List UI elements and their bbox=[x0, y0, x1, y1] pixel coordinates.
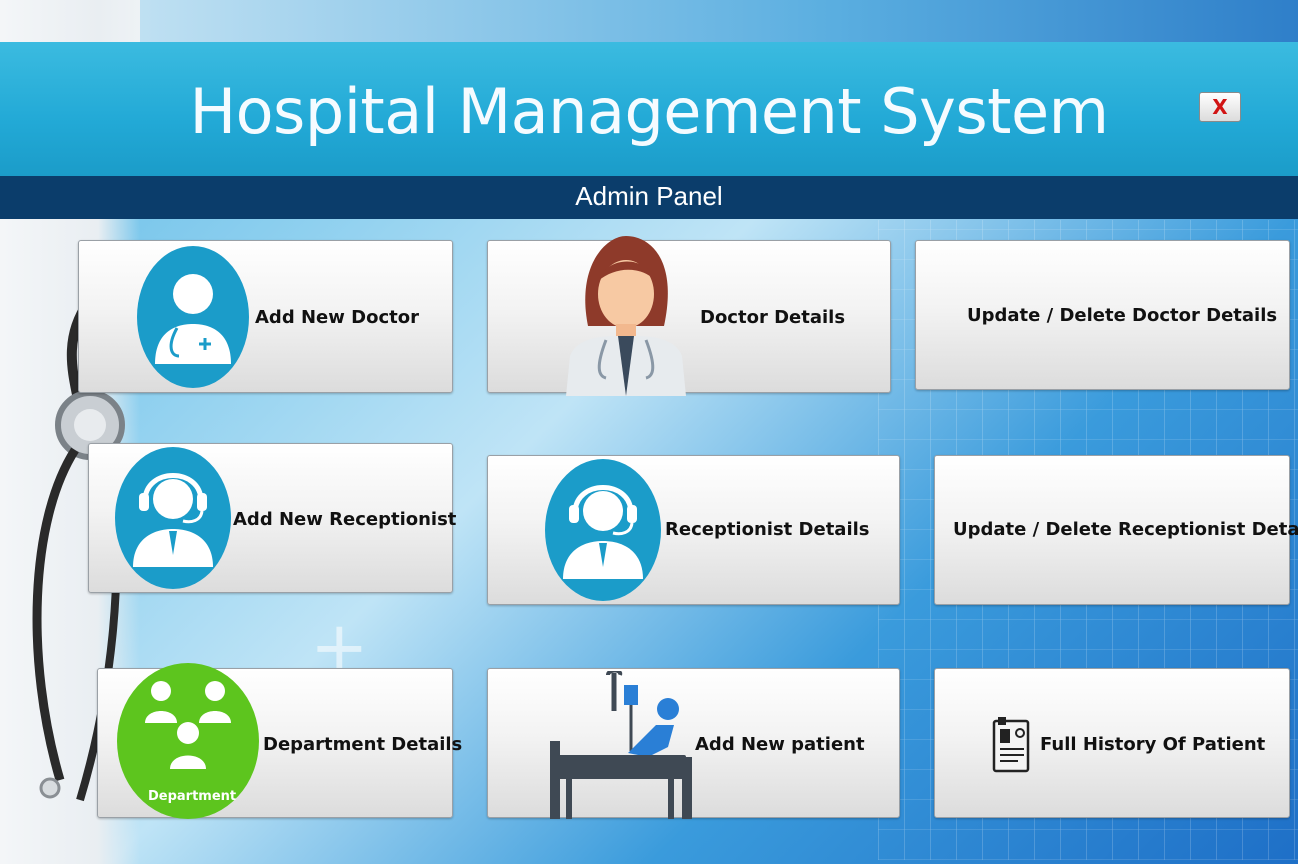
app-title: Hospital Management System bbox=[189, 75, 1110, 148]
female-doctor-icon bbox=[566, 236, 686, 396]
receptionist-details-button[interactable]: Receptionist Details bbox=[487, 455, 900, 605]
add-new-doctor-label: Add New Doctor bbox=[255, 307, 419, 328]
close-button[interactable]: X bbox=[1199, 92, 1241, 122]
full-history-of-patient-button[interactable]: Full History Of Patient bbox=[934, 668, 1290, 818]
update-delete-doctor-label: Update / Delete Doctor Details bbox=[967, 305, 1278, 326]
subtitle-bar: Admin Panel bbox=[0, 176, 1298, 219]
add-new-patient-button[interactable]: Add New patient bbox=[487, 668, 900, 819]
department-icon-label: Department bbox=[148, 789, 237, 804]
add-new-doctor-button[interactable]: Add New Doctor bbox=[78, 240, 453, 393]
doctor-details-button[interactable]: Doctor Details bbox=[487, 236, 891, 396]
add-new-receptionist-button[interactable]: Add New Receptionist bbox=[88, 443, 457, 593]
receptionist-details-label: Receptionist Details bbox=[665, 519, 870, 540]
doctor-details-label: Doctor Details bbox=[700, 307, 846, 328]
hospital-bed-icon bbox=[550, 671, 692, 819]
close-icon: X bbox=[1212, 95, 1228, 119]
receptionist-headset-icon bbox=[115, 447, 231, 589]
department-details-label: Department Details bbox=[263, 734, 463, 755]
background-top-right bbox=[140, 0, 1298, 42]
department-details-button[interactable]: Department Department Details bbox=[97, 663, 462, 819]
update-delete-receptionist-label: Update / Delete Receptionist Details bbox=[953, 519, 1298, 540]
full-history-of-patient-label: Full History Of Patient bbox=[1040, 734, 1266, 755]
add-new-patient-label: Add New patient bbox=[695, 734, 865, 755]
medical-record-icon bbox=[992, 717, 1030, 773]
update-delete-doctor-button[interactable]: Update / Delete Doctor Details bbox=[915, 240, 1290, 390]
add-new-receptionist-label: Add New Receptionist bbox=[233, 509, 457, 530]
panel-title: Admin Panel bbox=[575, 181, 723, 211]
doctor-icon bbox=[137, 246, 249, 388]
update-delete-receptionist-button[interactable]: Update / Delete Receptionist Details bbox=[934, 455, 1298, 605]
receptionist-headset-icon bbox=[545, 459, 661, 601]
header-bar: Hospital Management System X bbox=[0, 42, 1298, 176]
